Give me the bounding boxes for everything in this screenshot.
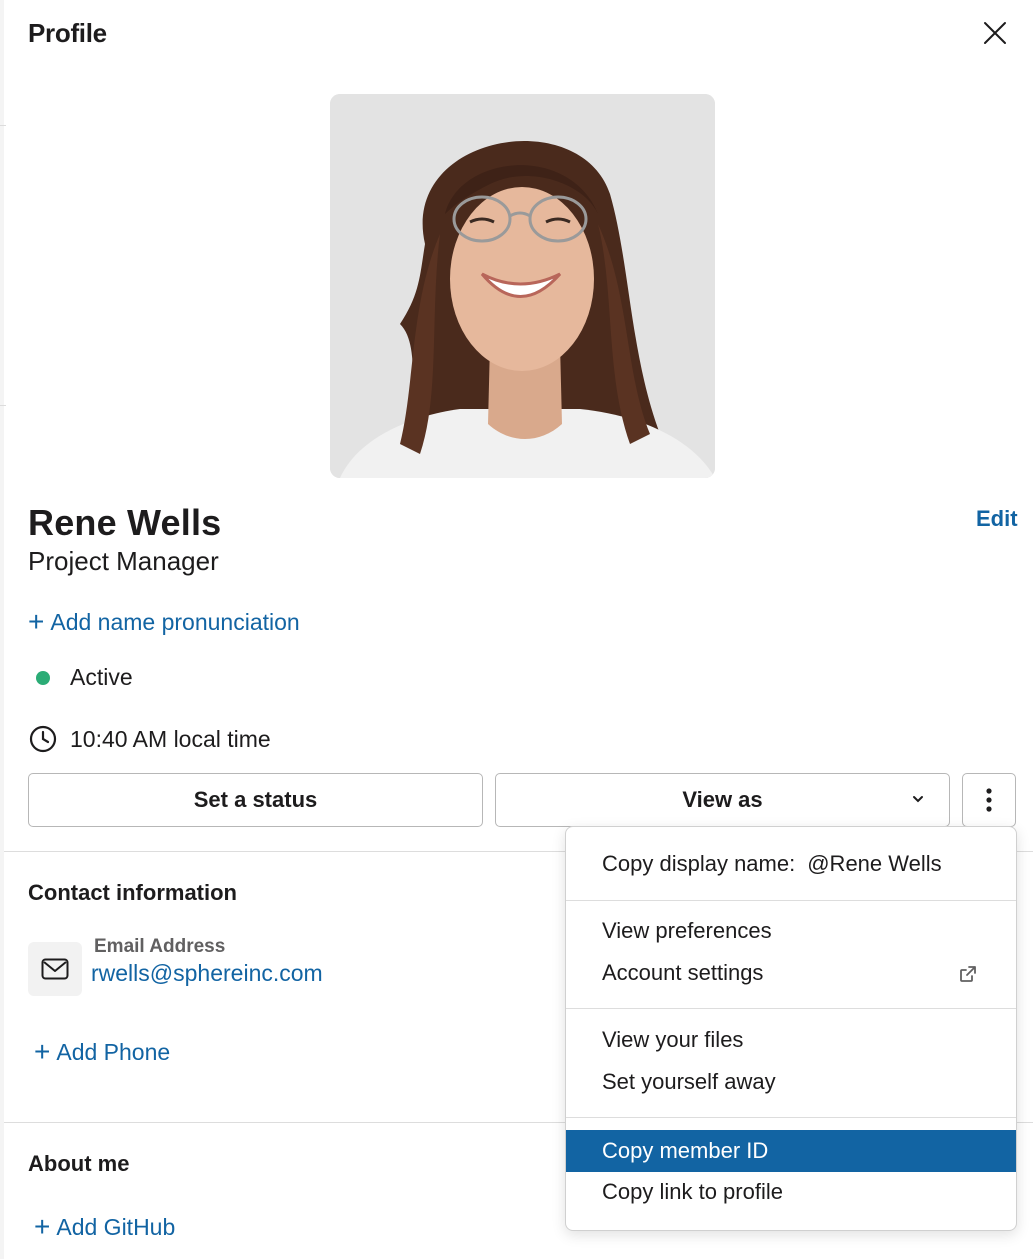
local-time-label: 10:40 AM local time bbox=[70, 725, 271, 752]
menu-separator bbox=[566, 900, 1016, 901]
menu-item-copy-display-name[interactable]: Copy display name: @Rene Wells bbox=[566, 843, 1016, 885]
email-address-link[interactable]: rwells@sphereinc.com bbox=[91, 960, 323, 987]
edge-divider-mark bbox=[0, 125, 6, 126]
view-as-label: View as bbox=[682, 787, 763, 812]
profile-job-title: Project Manager bbox=[28, 546, 219, 576]
menu-item-view-your-files[interactable]: View your files bbox=[566, 1019, 1016, 1061]
menu-separator bbox=[566, 1117, 1016, 1118]
menu-item-account-settings[interactable]: Account settings bbox=[566, 952, 1016, 994]
set-status-button[interactable]: Set a status bbox=[28, 773, 483, 827]
portrait-image bbox=[330, 94, 715, 478]
profile-name: Rene Wells bbox=[28, 502, 222, 543]
local-time: 10:40 AM local time bbox=[28, 724, 271, 754]
add-phone-label: Add Phone bbox=[56, 1038, 171, 1065]
view-as-dropdown[interactable]: View as bbox=[495, 773, 950, 827]
account-settings-label: Account settings bbox=[602, 960, 764, 985]
plus-icon: + bbox=[34, 1211, 51, 1242]
email-icon-tile bbox=[28, 942, 82, 996]
menu-item-copy-member-id[interactable]: Copy member ID bbox=[566, 1130, 1016, 1172]
clock-icon bbox=[29, 725, 57, 753]
set-status-label: Set a status bbox=[193, 787, 318, 812]
more-actions-menu: Copy display name: @Rene Wells View pref… bbox=[565, 826, 1017, 1231]
add-github-link[interactable]: + Add GitHub bbox=[34, 1213, 175, 1241]
add-github-label: Add GitHub bbox=[56, 1213, 176, 1240]
vertical-ellipsis-icon bbox=[986, 788, 992, 812]
menu-separator bbox=[566, 1008, 1016, 1009]
edit-profile-link[interactable]: Edit bbox=[976, 506, 1018, 532]
copy-display-name-label: Copy display name: bbox=[602, 851, 796, 876]
presence-status: Active bbox=[28, 664, 133, 691]
menu-item-set-yourself-away[interactable]: Set yourself away bbox=[566, 1061, 1016, 1103]
external-link-icon bbox=[960, 966, 976, 982]
left-panel-edge bbox=[0, 0, 4, 1259]
about-me-heading: About me bbox=[28, 1151, 130, 1176]
add-name-pronunciation-link[interactable]: + Add name pronunciation bbox=[28, 608, 300, 636]
plus-icon: + bbox=[28, 606, 45, 637]
edge-divider-mark bbox=[0, 405, 6, 406]
close-button[interactable] bbox=[978, 16, 1012, 50]
copy-display-name-value: @Rene Wells bbox=[807, 851, 942, 876]
more-actions-button[interactable] bbox=[962, 773, 1016, 827]
email-address-label: Email Address bbox=[94, 936, 226, 957]
contact-information-heading: Contact information bbox=[28, 880, 237, 905]
page-title: Profile bbox=[28, 18, 107, 48]
add-phone-link[interactable]: + Add Phone bbox=[34, 1038, 170, 1066]
chevron-down-icon bbox=[913, 796, 923, 803]
menu-item-copy-link-to-profile[interactable]: Copy link to profile bbox=[566, 1171, 1016, 1213]
mail-icon bbox=[41, 958, 69, 980]
presence-status-label: Active bbox=[70, 664, 133, 690]
active-status-dot-icon bbox=[36, 670, 50, 685]
add-name-pronunciation-label: Add name pronunciation bbox=[50, 608, 300, 635]
plus-icon: + bbox=[34, 1036, 51, 1067]
menu-item-view-preferences[interactable]: View preferences bbox=[566, 910, 1016, 952]
close-icon bbox=[984, 22, 1006, 44]
profile-photo[interactable] bbox=[330, 94, 715, 478]
